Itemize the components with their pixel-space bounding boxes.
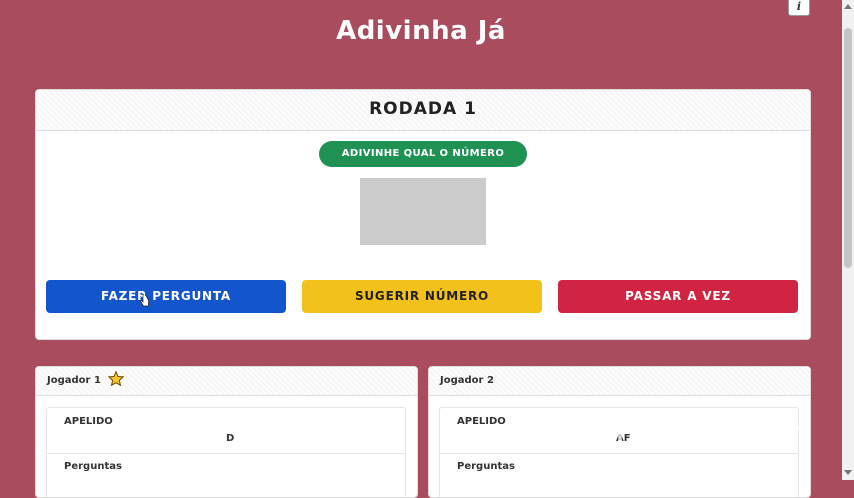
player-1-details: APELIDO D Perguntas	[46, 407, 406, 497]
watermark-logo: clideo.com	[616, 413, 812, 457]
app-title: Adivinha Já	[336, 16, 506, 46]
star-icon	[108, 371, 125, 386]
page-scrollbar[interactable]	[842, 0, 854, 480]
player-1-card: Jogador 1 APELIDO D Perguntas	[35, 366, 418, 498]
player-1-nickname-label: APELIDO	[64, 416, 113, 427]
round-title: RODADA 1	[369, 99, 477, 119]
suggest-number-button[interactable]: SUGERIR NÚMERO	[302, 280, 542, 313]
player-2-header: Jogador 2	[429, 367, 810, 396]
player-1-name: Jogador 1	[47, 375, 101, 386]
round-card: RODADA 1 ADIVINHE QUAL O NÚMERO SECRETO …	[35, 89, 811, 340]
player-1-nickname: D	[226, 433, 235, 444]
player-2-name: Jogador 2	[440, 375, 494, 386]
hand-cursor-icon	[140, 294, 149, 307]
player-1-header: Jogador 1	[36, 367, 417, 396]
ask-question-button[interactable]: FAZER PERGUNTA	[46, 280, 286, 313]
scroll-up-icon[interactable]	[844, 4, 852, 9]
scroll-down-icon[interactable]	[844, 470, 852, 475]
round-header: RODADA 1	[36, 90, 810, 131]
pass-turn-button[interactable]: PASSAR A VEZ	[558, 280, 798, 313]
player-2-nickname-label: APELIDO	[457, 416, 506, 427]
info-icon[interactable]: i	[788, 0, 810, 16]
player-2-questions-label: Perguntas	[457, 461, 515, 472]
secret-number-placeholder	[360, 178, 486, 245]
divider	[47, 453, 405, 454]
player-1-questions-label: Perguntas	[64, 461, 122, 472]
secret-number-badge: ADIVINHE QUAL O NÚMERO SECRETO	[319, 141, 527, 185]
scrollbar-thumb[interactable]	[844, 28, 852, 268]
